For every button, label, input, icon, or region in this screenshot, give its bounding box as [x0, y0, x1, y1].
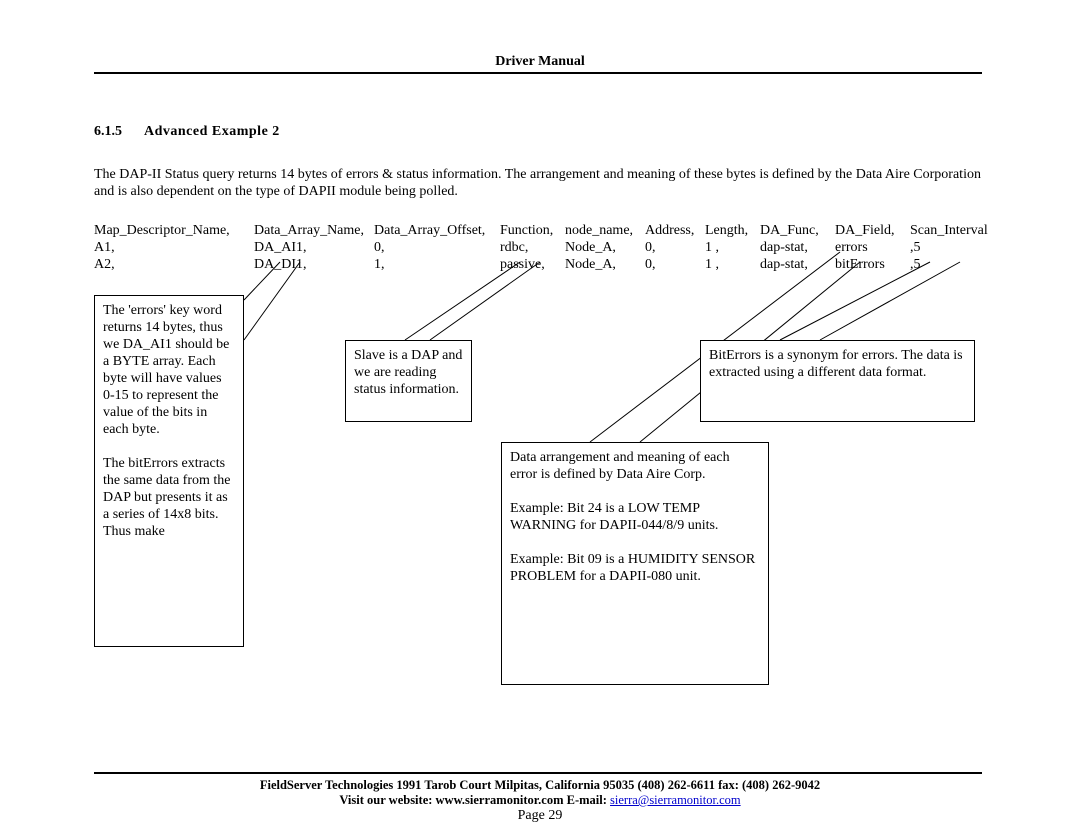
section-title: Advanced Example 2	[144, 124, 280, 140]
cell: DA_DI1,	[254, 256, 374, 273]
header-rule	[94, 72, 982, 74]
footer-email-link[interactable]: sierra@sierramonitor.com	[610, 793, 741, 807]
cell: ,5	[910, 239, 980, 256]
table-header-row: Map_Descriptor_Name,Data_Array_Name,Data…	[94, 222, 994, 239]
page-number: Page 29	[0, 808, 1080, 824]
cell: Node_A,	[565, 239, 645, 256]
page: Driver Manual 6.1.5 Advanced Example 2 T…	[0, 0, 1080, 834]
cell: rdbc,	[500, 239, 565, 256]
cell: 0,	[374, 239, 500, 256]
col-header: DA_Field,	[835, 222, 910, 239]
cell: 0,	[645, 239, 705, 256]
cell: Node_A,	[565, 256, 645, 273]
col-header: Map_Descriptor_Name,	[94, 222, 254, 239]
cell: 0,	[645, 256, 705, 273]
footer-rule	[94, 772, 982, 774]
table-row: A2,DA_DI1,1,passive,Node_A,0,1 ,dap-stat…	[94, 256, 994, 273]
cell: A1,	[94, 239, 254, 256]
cell: DA_AI1,	[254, 239, 374, 256]
col-header: Data_Array_Name,	[254, 222, 374, 239]
col-header: Scan_Interval	[910, 222, 980, 239]
cell: bitErrors	[835, 256, 910, 273]
cell: ,5	[910, 256, 980, 273]
footer-website-text: Visit our website: www.sierramonitor.com…	[339, 793, 610, 807]
footer-contact: Visit our website: www.sierramonitor.com…	[0, 793, 1080, 808]
col-header: Address,	[645, 222, 705, 239]
cell: 1 ,	[705, 239, 760, 256]
col-header: Length,	[705, 222, 760, 239]
cell: 1 ,	[705, 256, 760, 273]
cell: errors	[835, 239, 910, 256]
header-title: Driver Manual	[0, 54, 1080, 70]
cell: passive,	[500, 256, 565, 273]
cell: 1,	[374, 256, 500, 273]
cell: A2,	[94, 256, 254, 273]
col-header: Function,	[500, 222, 565, 239]
col-header: DA_Func,	[760, 222, 835, 239]
cell: dap-stat,	[760, 256, 835, 273]
body-paragraph: The DAP-II Status query returns 14 bytes…	[94, 166, 982, 200]
callout-biterrors-synonym: BitErrors is a synonym for errors. The d…	[700, 340, 975, 422]
callout-slave-dap: Slave is a DAP and we are reading status…	[345, 340, 472, 422]
table-row: A1,DA_AI1,0,rdbc,Node_A,0,1 ,dap-stat,er…	[94, 239, 994, 256]
col-header: node_name,	[565, 222, 645, 239]
config-table: Map_Descriptor_Name,Data_Array_Name,Data…	[94, 222, 994, 273]
footer-address: FieldServer Technologies 1991 Tarob Cour…	[0, 778, 1080, 793]
callout-data-arrangement: Data arrangement and meaning of each err…	[501, 442, 769, 685]
section-number: 6.1.5	[94, 124, 122, 140]
cell: dap-stat,	[760, 239, 835, 256]
callout-errors-keyword: The 'errors' key word returns 14 bytes, …	[94, 295, 244, 647]
col-header: Data_Array_Offset,	[374, 222, 500, 239]
